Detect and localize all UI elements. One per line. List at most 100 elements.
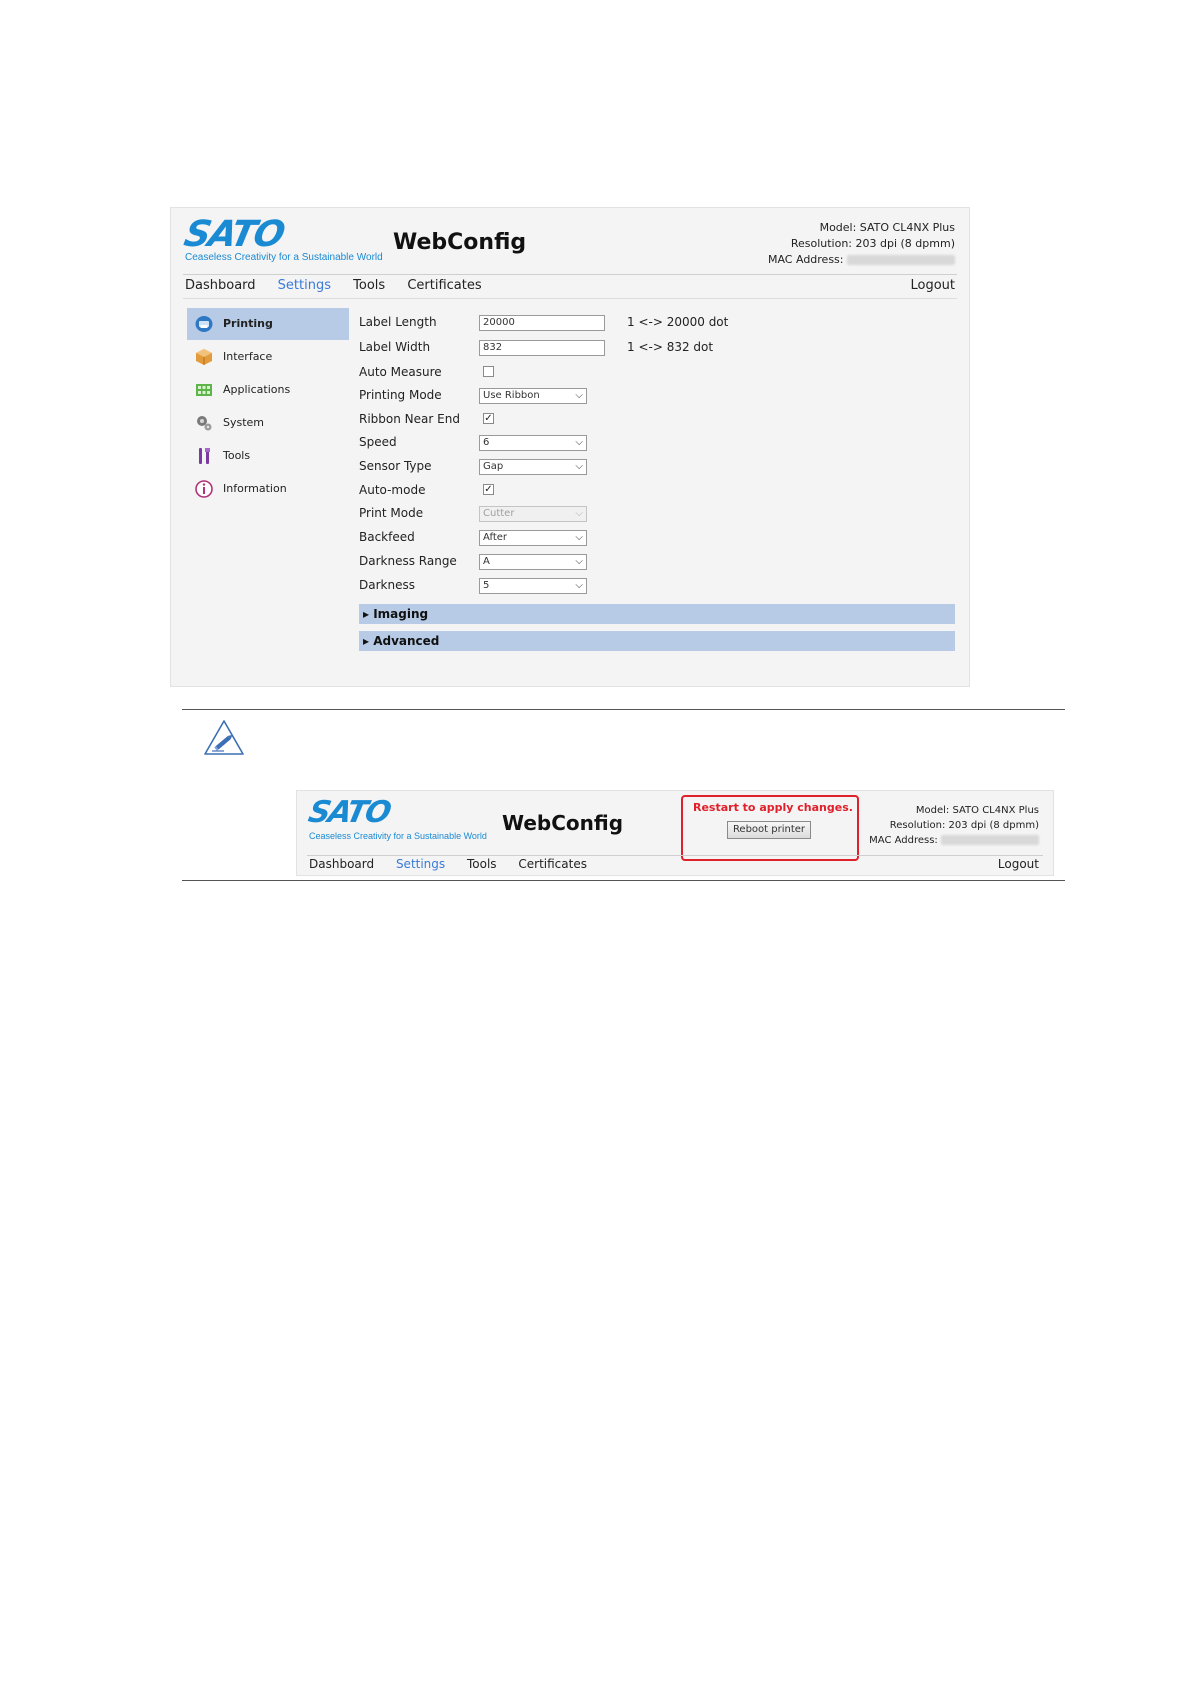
chevron-down-icon: ⌵ [575, 390, 583, 401]
printer-icon [195, 316, 213, 332]
printer-info: Model: SATO CL4NX Plus Resolution: 203 d… [869, 803, 1039, 848]
chevron-down-icon: ⌵ [575, 532, 583, 543]
label-width-input[interactable]: 832 [479, 340, 605, 356]
mac-label: MAC Address: [869, 835, 938, 846]
webconfig-screenshot-main: SATO Ceaseless Creativity for a Sustaina… [170, 207, 970, 687]
ribbon-near-end-checkbox[interactable]: ✓ [483, 413, 494, 424]
sensor-type-select[interactable]: Gap ⌵ [479, 459, 587, 475]
label-length-label: Label Length [359, 315, 437, 329]
mac-label: MAC Address: [767, 253, 844, 266]
darkness-range-label: Darkness Range [359, 554, 457, 568]
info-icon [195, 480, 213, 498]
darkness-label: Darkness [359, 578, 415, 592]
label-width-label: Label Width [359, 340, 431, 354]
tagline: Ceaseless Creativity for a Sustainable W… [185, 252, 383, 263]
printing-mode-label: Printing Mode [359, 388, 442, 402]
mac-address: MAC Address: [768, 252, 955, 268]
restart-message: Restart to apply changes. [693, 801, 853, 814]
ribbon-near-end-label: Ribbon Near End [359, 412, 460, 426]
speed-select[interactable]: 6 ⌵ [479, 435, 587, 451]
check-icon: ✓ [484, 413, 493, 424]
sidebar-item-label: Printing [223, 317, 273, 330]
auto-measure-checkbox[interactable] [483, 366, 494, 377]
label-width-range: 1 <-> 832 dot [627, 340, 714, 354]
nav-tools[interactable]: Tools [467, 857, 497, 871]
webconfig-screenshot-restart: SATO Ceaseless Creativity for a Sustaina… [296, 790, 1054, 876]
logout-link[interactable]: Logout [910, 278, 955, 293]
model-text: Model: SATO CL4NX Plus [819, 221, 955, 234]
top-nav: Dashboard Settings Tools Certificates [185, 278, 500, 293]
darkness-range-select[interactable]: A ⌵ [479, 554, 587, 570]
note-bottom-rule [182, 880, 1065, 881]
logout-link[interactable]: Logout [998, 857, 1039, 871]
sidebar-item-applications[interactable]: Applications [187, 374, 349, 406]
speed-value: 6 [483, 437, 490, 448]
nav-tools[interactable]: Tools [353, 278, 385, 293]
print-mode-label: Print Mode [359, 506, 424, 520]
sidebar-item-label: Information [223, 482, 287, 495]
nav-certificates[interactable]: Certificates [518, 857, 587, 871]
sidebar-item-label: Tools [223, 449, 251, 462]
sidebar-item-label: Applications [223, 383, 291, 396]
header-divider [183, 274, 957, 275]
darkness-range-value: A [483, 556, 490, 567]
backfeed-select[interactable]: After ⌵ [479, 530, 587, 546]
printing-mode-select[interactable]: Use Ribbon ⌵ [479, 388, 587, 404]
mac-value-redacted [847, 255, 955, 265]
sidebar-item-interface[interactable]: Interface [187, 341, 349, 373]
interface-box-icon [196, 349, 212, 365]
auto-mode-label: Auto-mode [359, 483, 426, 497]
tagline: Ceaseless Creativity for a Sustainable W… [309, 831, 487, 841]
chevron-down-icon: ⌵ [575, 508, 583, 519]
auto-measure-label: Auto Measure [359, 365, 442, 379]
reboot-printer-button[interactable]: Reboot printer [727, 821, 811, 839]
speed-label: Speed [359, 435, 397, 449]
label-length-input[interactable]: 20000 [479, 315, 605, 331]
print-mode-value: Cutter [483, 508, 515, 519]
imaging-section-toggle[interactable]: ▸ Imaging [359, 604, 955, 624]
model-text: Model: SATO CL4NX Plus [915, 805, 1039, 816]
printing-mode-value: Use Ribbon [483, 390, 540, 401]
printer-info: Model: SATO CL4NX Plus Resolution: 203 d… [768, 220, 955, 268]
header-divider [307, 855, 1043, 856]
note-top-rule [182, 709, 1065, 710]
nav-settings[interactable]: Settings [278, 278, 331, 293]
chevron-down-icon: ⌵ [575, 437, 583, 448]
darkness-value: 5 [483, 580, 490, 591]
backfeed-value: After [483, 532, 508, 543]
print-mode-select: Cutter ⌵ [479, 506, 587, 522]
sidebar-item-label: Interface [223, 350, 273, 363]
nav-dashboard[interactable]: Dashboard [309, 857, 374, 871]
nav-certificates[interactable]: Certificates [407, 278, 481, 293]
mac-value-redacted [941, 835, 1039, 845]
resolution-text: Resolution: 203 dpi (8 dpmm) [790, 237, 955, 250]
darkness-select[interactable]: 5 ⌵ [479, 578, 587, 594]
chevron-down-icon: ⌵ [575, 556, 583, 567]
applications-grid-icon [196, 384, 212, 396]
auto-mode-checkbox[interactable]: ✓ [483, 484, 494, 495]
top-nav: Dashboard Settings Tools Certificates [309, 857, 605, 871]
pencil-note-icon [204, 720, 244, 755]
chevron-down-icon: ⌵ [575, 580, 583, 591]
sensor-type-label: Sensor Type [359, 459, 432, 473]
nav-settings[interactable]: Settings [396, 857, 445, 871]
sidebar-item-system[interactable]: System [187, 407, 349, 439]
gears-icon [197, 416, 212, 431]
backfeed-label: Backfeed [359, 530, 415, 544]
sensor-type-value: Gap [483, 461, 504, 472]
advanced-section-toggle[interactable]: ▸ Advanced [359, 631, 955, 651]
nav-divider [183, 298, 957, 299]
sato-logo: SATO [180, 214, 287, 255]
nav-dashboard[interactable]: Dashboard [185, 278, 256, 293]
sato-logo: SATO [305, 795, 393, 830]
sidebar-item-information[interactable]: Information [187, 473, 349, 505]
check-icon: ✓ [484, 484, 493, 495]
sidebar-item-printing[interactable]: Printing [187, 308, 349, 340]
tools-icon [199, 448, 210, 464]
app-title: WebConfig [502, 811, 624, 835]
sidebar-item-label: System [223, 416, 265, 429]
chevron-down-icon: ⌵ [575, 461, 583, 472]
resolution-text: Resolution: 203 dpi (8 dpmm) [889, 820, 1039, 831]
app-title: WebConfig [393, 230, 527, 255]
sidebar-item-tools[interactable]: Tools [187, 440, 349, 472]
